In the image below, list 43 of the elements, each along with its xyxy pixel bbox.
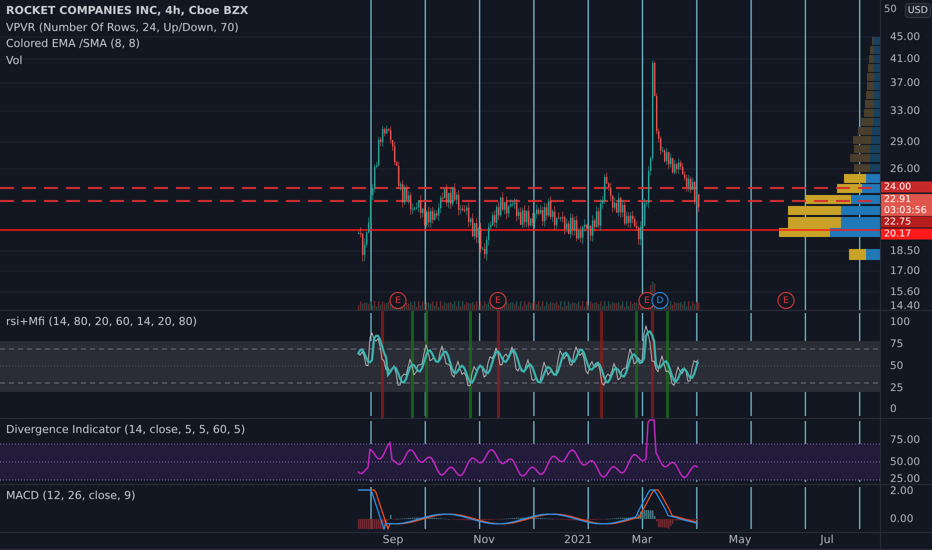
price-label: 20.17 bbox=[881, 228, 932, 240]
indicator-tick: 25.00 bbox=[890, 472, 920, 484]
time-label: 2021 bbox=[564, 533, 592, 546]
price-tick: 26.00 bbox=[890, 163, 920, 175]
price-tick: 33.00 bbox=[890, 105, 920, 117]
event-marker[interactable]: E bbox=[778, 292, 794, 309]
price-tick: 29.00 bbox=[890, 136, 920, 148]
price-tick: 50 bbox=[884, 4, 897, 15]
indicator-tick: 0 bbox=[890, 402, 897, 415]
indicator-title[interactable]: rsi+Mfi (14, 80, 20, 60, 14, 20, 80) bbox=[6, 314, 197, 330]
indicator-tick: 2.00 bbox=[890, 485, 914, 498]
study-label[interactable]: Colored EMA /SMA (8, 8) bbox=[6, 36, 248, 52]
indicator-tick: 100 bbox=[890, 316, 910, 328]
indicator-tick: 50 bbox=[890, 360, 904, 372]
price-tick: 14.40 bbox=[890, 300, 920, 310]
indicator-tick: 0.00 bbox=[890, 513, 914, 526]
time-label: Nov bbox=[473, 533, 495, 546]
price-label: 22.75 bbox=[881, 216, 932, 228]
price-tick: 41.00 bbox=[890, 53, 920, 65]
price-label: 24.00 bbox=[881, 182, 932, 192]
price-label: 22.91 03:03:56 bbox=[881, 194, 932, 216]
time-label: Sep bbox=[382, 533, 404, 546]
price-tick: 18.50 bbox=[890, 245, 920, 257]
price-tick: 45.00 bbox=[890, 31, 920, 43]
indicator-title[interactable]: MACD (12, 26, close, 9) bbox=[6, 488, 136, 504]
event-marker[interactable]: D bbox=[652, 292, 668, 309]
study-label[interactable]: VPVR (Number Of Rows, 24, Up/Down, 70) bbox=[6, 20, 248, 35]
symbol-title: ROCKET COMPANIES INC, 4h, Cboe BZX bbox=[6, 3, 248, 18]
price-tick: 37.00 bbox=[890, 77, 920, 89]
indicator-tick: 50.00 bbox=[890, 456, 920, 468]
time-label: Mar bbox=[632, 533, 652, 546]
event-marker[interactable]: E bbox=[390, 292, 406, 309]
indicator-tick: 75 bbox=[890, 338, 904, 350]
time-label: May bbox=[728, 533, 752, 546]
indicator-tick: 25 bbox=[890, 382, 904, 394]
price-tick: 15.60 bbox=[890, 286, 920, 298]
price-tick: 17.00 bbox=[890, 265, 920, 277]
time-label: Jul bbox=[820, 533, 834, 546]
event-marker[interactable]: E bbox=[490, 292, 506, 309]
indicator-tick: 75.00 bbox=[890, 434, 920, 446]
indicator-title[interactable]: Divergence Indicator (14, close, 5, 5, 60, 5) bbox=[6, 422, 246, 438]
currency-badge[interactable]: USD bbox=[904, 3, 931, 18]
study-label[interactable]: Vol bbox=[6, 52, 248, 68]
